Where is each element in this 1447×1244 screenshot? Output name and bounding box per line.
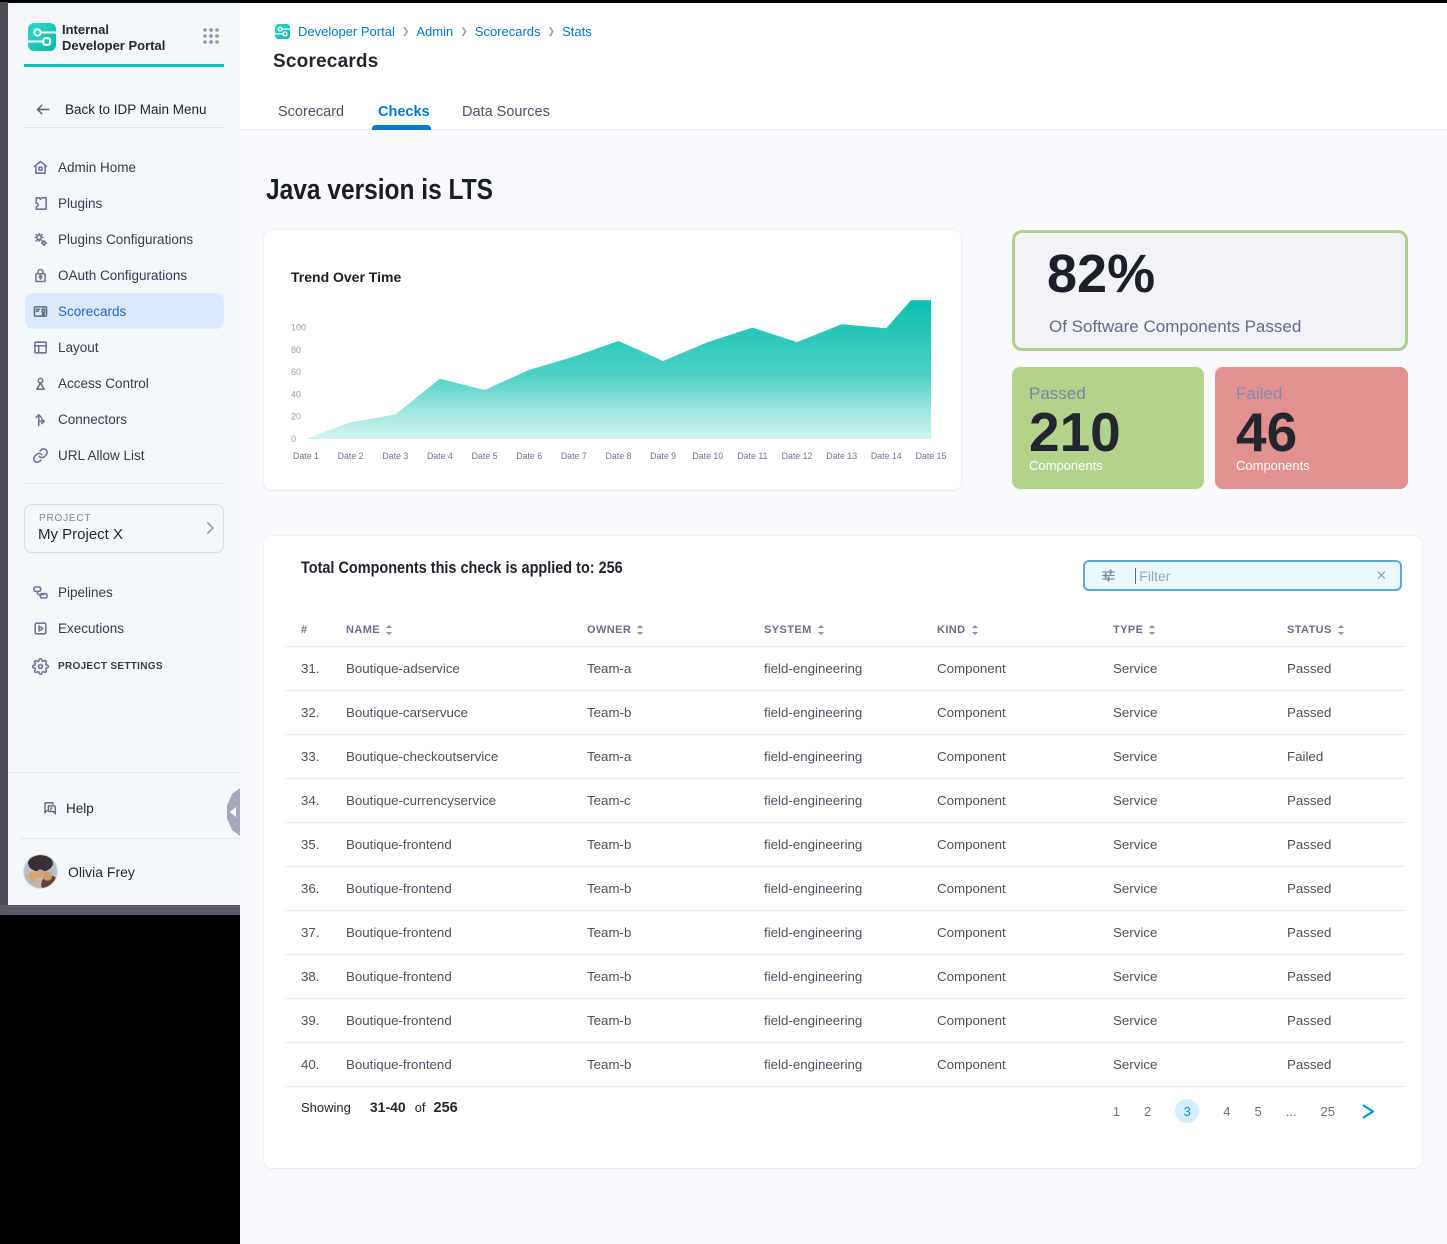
svg-text:100: 100 <box>291 323 306 333</box>
svg-text:Date 4: Date 4 <box>427 451 453 461</box>
svg-text:Date 7: Date 7 <box>561 451 587 461</box>
svg-text:80: 80 <box>291 345 301 355</box>
svg-text:Date 15: Date 15 <box>916 451 947 461</box>
svg-text:Date 6: Date 6 <box>516 451 542 461</box>
svg-text:Date 1: Date 1 <box>293 451 319 461</box>
svg-text:Date 13: Date 13 <box>826 451 857 461</box>
svg-text:Date 3: Date 3 <box>382 451 408 461</box>
svg-text:Date 8: Date 8 <box>606 451 632 461</box>
svg-text:Date 9: Date 9 <box>650 451 676 461</box>
svg-text:Date 10: Date 10 <box>692 451 723 461</box>
svg-text:20: 20 <box>291 412 301 422</box>
svg-text:Date 11: Date 11 <box>737 451 767 461</box>
svg-text:Date 2: Date 2 <box>338 451 364 461</box>
svg-text:40: 40 <box>291 389 301 399</box>
svg-text:0: 0 <box>291 434 296 444</box>
svg-text:Date 5: Date 5 <box>472 451 498 461</box>
svg-text:Date 12: Date 12 <box>782 451 813 461</box>
svg-text:Date 14: Date 14 <box>871 451 902 461</box>
svg-text:60: 60 <box>291 367 301 377</box>
